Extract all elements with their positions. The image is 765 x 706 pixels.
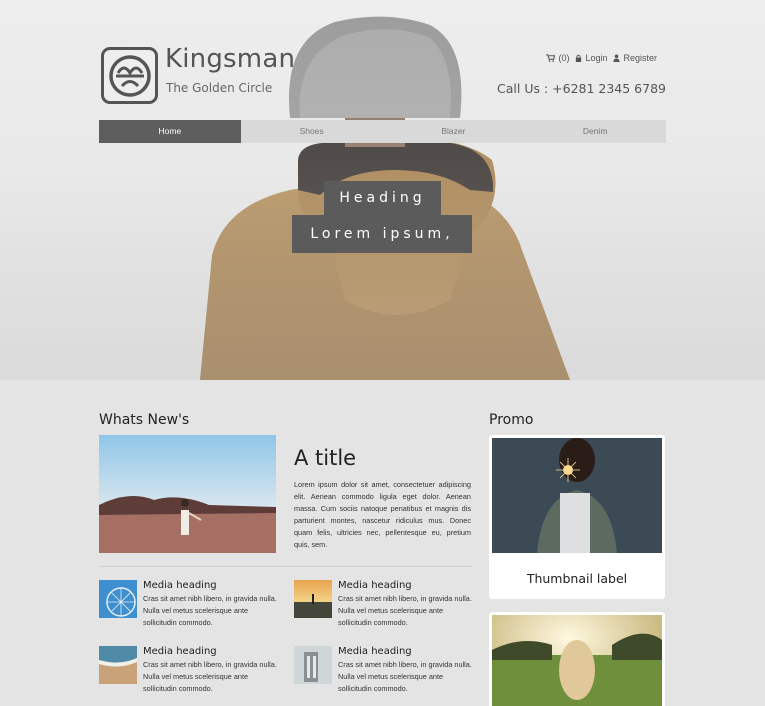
media-item: Media heading Cras sit amet nibh libero,… <box>99 646 279 696</box>
shopping-cart-icon <box>546 54 556 62</box>
media-item: Media heading Cras sit amet nibh libero,… <box>99 580 279 630</box>
main-nav: Home Shoes Blazer Denim <box>99 120 666 143</box>
feature-text: Lorem ipsum dolor sit amet, consectetuer… <box>294 480 471 549</box>
hero-banner: Kingsman The Golden Circle (0) Login Reg… <box>0 0 765 380</box>
divider <box>99 566 472 567</box>
whats-new-title: Whats New's <box>99 412 190 428</box>
promo-thumbnail[interactable]: Thumbnail label <box>489 435 665 599</box>
lock-icon <box>576 54 582 62</box>
sparkler-photo <box>492 438 662 553</box>
media-text: Cras sit amet nibh libero, in gravida nu… <box>143 660 277 693</box>
brand-title[interactable]: Kingsman <box>165 44 295 74</box>
media-heading: Media heading <box>338 646 412 657</box>
brand-logo[interactable] <box>101 47 158 104</box>
media-text: Cras sit amet nibh libero, in gravida nu… <box>143 594 277 627</box>
thumbnail-label: Thumbnail label <box>526 571 628 586</box>
cart-count: (0) <box>558 53 570 63</box>
media-item: Media heading Cras sit amet nibh libero,… <box>294 580 474 630</box>
brand-subtitle: The Golden Circle <box>166 81 273 95</box>
tab-denim[interactable]: Denim <box>524 120 666 143</box>
register-label: Register <box>623 53 657 63</box>
phone-number: Call Us : +6281 2345 6789 <box>497 81 666 96</box>
tab-home[interactable]: Home <box>99 120 241 143</box>
tab-shoes[interactable]: Shoes <box>241 120 383 143</box>
ruins-photo <box>294 646 332 684</box>
user-icon <box>613 54 621 62</box>
media-thumb[interactable] <box>294 580 332 618</box>
field-sunset-photo <box>492 615 662 706</box>
promo-image <box>492 615 662 706</box>
media-heading: Media heading <box>143 580 217 591</box>
media-heading: Media heading <box>338 580 412 591</box>
media-thumb[interactable] <box>99 580 137 618</box>
ferris-wheel-photo <box>99 580 137 618</box>
top-links: (0) Login Register <box>546 53 657 63</box>
media-heading: Media heading <box>143 646 217 657</box>
promo-image <box>492 438 662 553</box>
login-link[interactable]: Login <box>575 53 607 63</box>
media-text: Cras sit amet nibh libero, in gravida nu… <box>338 594 472 627</box>
media-text: Cras sit amet nibh libero, in gravida nu… <box>338 660 472 693</box>
login-label: Login <box>585 53 608 63</box>
register-link[interactable]: Register <box>613 53 657 63</box>
media-thumb[interactable] <box>99 646 137 684</box>
cart-link[interactable]: (0) <box>546 53 569 63</box>
hero-subheading: Lorem ipsum, <box>292 215 472 253</box>
kingsman-logo-icon <box>108 54 151 97</box>
feature-title: A title <box>294 446 357 470</box>
promo-title: Promo <box>489 412 534 428</box>
shoreline-photo <box>99 646 137 684</box>
sunset-beach-photo <box>294 580 332 618</box>
media-thumb[interactable] <box>294 646 332 684</box>
media-item: Media heading Cras sit amet nibh libero,… <box>294 646 474 696</box>
hero-heading: Heading <box>324 181 441 215</box>
tab-blazer[interactable]: Blazer <box>383 120 525 143</box>
beach-photo <box>99 435 276 553</box>
feature-image[interactable] <box>99 435 276 553</box>
promo-thumbnail[interactable] <box>489 612 665 706</box>
